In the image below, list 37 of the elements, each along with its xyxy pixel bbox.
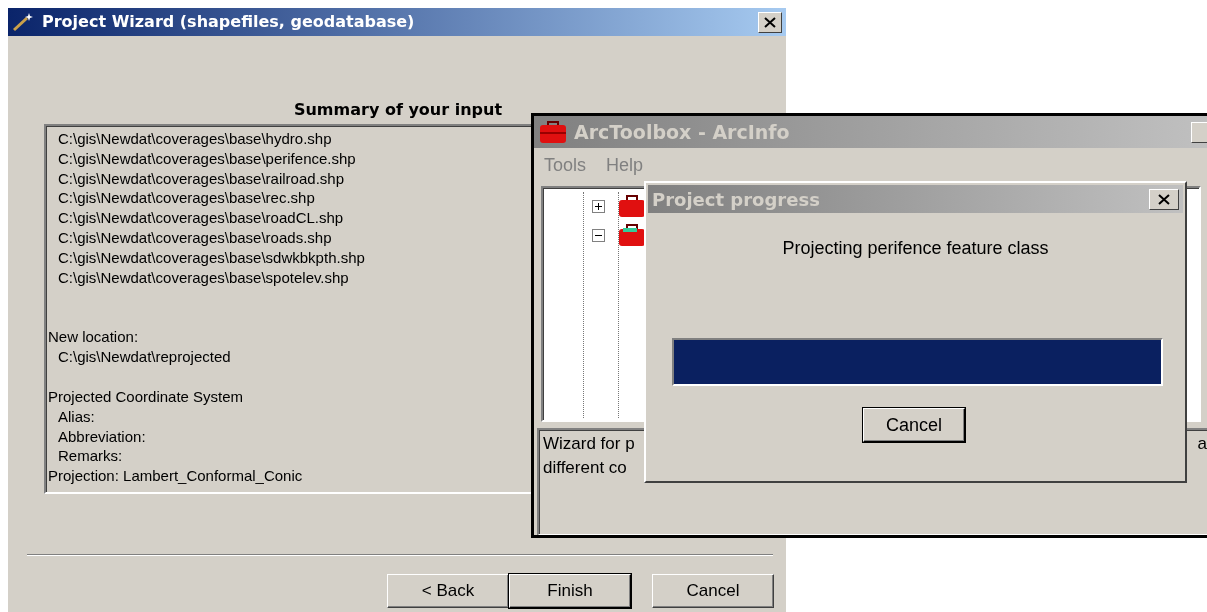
summary-line: Projected Coordinate System (48, 386, 244, 407)
summary-line: Projection: Lambert_Conformal_Conic (48, 466, 303, 486)
description-text: Wizard for p (543, 433, 635, 455)
window-title: ArcToolbox - ArcInfo (574, 119, 790, 145)
summary-line: C:\gis\Newdat\coverages\base\railroad.shp (58, 168, 344, 189)
summary-heading: Summary of your input (292, 99, 504, 121)
summary-line: C:\gis\Newdat\coverages\base\roads.shp (58, 228, 332, 248)
toolbox-icon (538, 119, 568, 145)
summary-line: C:\gis\Newdat\coverages\base\roadCL.shp (58, 208, 344, 228)
summary-line: Alias: (57, 406, 95, 427)
summary-line: New location: (48, 327, 139, 348)
summary-line: C:\gis\Newdat\reprojected (57, 347, 231, 367)
progress-message: Projecting perifence feature class (781, 237, 1050, 260)
summary-line: Remarks: (57, 446, 123, 467)
description-text: a (1197, 433, 1207, 455)
summary-line: C:\gis\Newdat\coverages\base\sdwkbkpth.shp (58, 247, 365, 268)
wizard-button[interactable]: Cancel (652, 574, 774, 608)
summary-line: Abbreviation: (57, 426, 146, 447)
toolbox-icon (617, 223, 647, 248)
window-title: Project Wizard (shapefiles, geodatabase) (42, 11, 415, 33)
summary-line: C:\gis\Newdat\coverages\base\spotelev.shp (58, 267, 349, 288)
summary-line: C:\gis\Newdat\coverages\base\rec.shp (58, 188, 315, 209)
wizard-button[interactable]: Finish (509, 574, 631, 608)
toolbox-icon (617, 194, 647, 219)
cancel-button[interactable]: Cancel (863, 408, 965, 442)
tree-toggle[interactable] (592, 200, 605, 213)
close-icon (764, 16, 776, 28)
plus-icon (594, 202, 603, 211)
close-button[interactable] (758, 11, 782, 33)
wizard-button[interactable]: < Back (387, 574, 509, 608)
summary-line: C:\gis\Newdat\coverages\base\hydro.shp (58, 129, 332, 149)
window-title: Project progress (652, 187, 820, 212)
description-text: different co (543, 457, 627, 479)
summary-line: C:\gis\Newdat\coverages\base\perifence.shp (58, 148, 356, 169)
close-button[interactable] (1149, 188, 1179, 210)
tree-toggle[interactable] (592, 229, 605, 242)
close-icon (1158, 193, 1170, 205)
